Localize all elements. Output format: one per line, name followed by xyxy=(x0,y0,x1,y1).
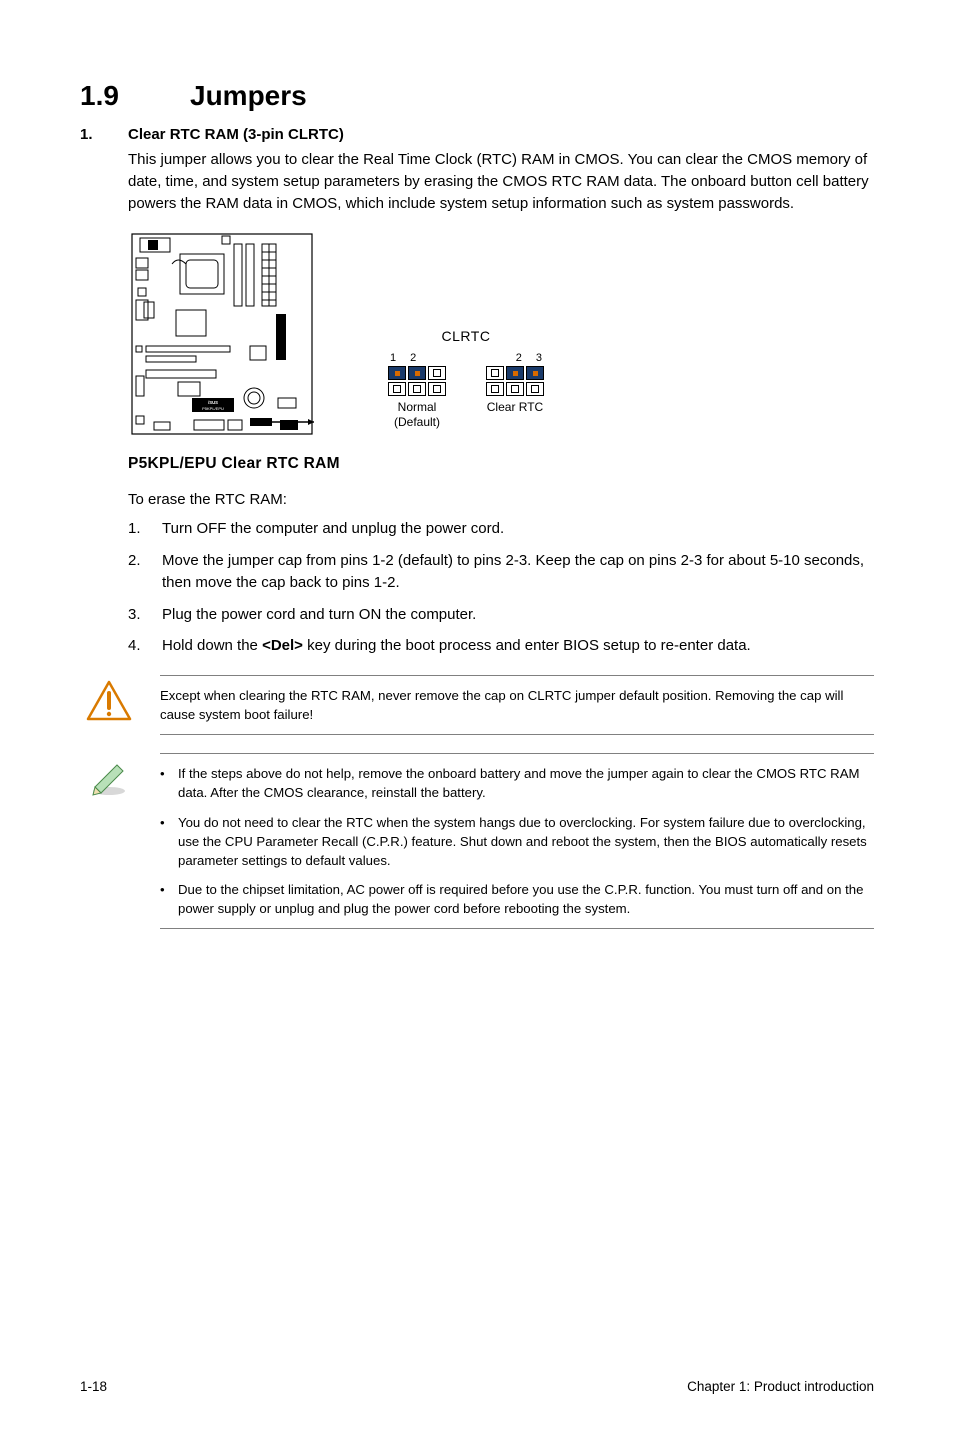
normal-sublabel: (Default) xyxy=(394,415,440,429)
chapter-label: Chapter 1: Product introduction xyxy=(687,1379,874,1394)
list-item: •Due to the chipset limitation, AC power… xyxy=(160,880,870,918)
pin-capped xyxy=(408,366,426,380)
pencil-icon xyxy=(80,753,138,929)
step-text: Plug the power cord and turn ON the comp… xyxy=(162,604,874,626)
section-heading: 1.9Jumpers xyxy=(80,80,874,112)
section-title-text: Jumpers xyxy=(190,80,307,111)
del-key: <Del> xyxy=(262,637,303,654)
pin-open xyxy=(428,382,446,396)
item-number: 1. xyxy=(80,126,128,143)
normal-label: Normal xyxy=(398,400,437,414)
clrtc-jumper-detail: CLRTC 12 xyxy=(388,328,544,445)
jumper-normal: 12 xyxy=(388,352,446,429)
item-body-text: This jumper allows you to clear the Real… xyxy=(128,149,874,214)
pin-label-2: 2 xyxy=(410,352,416,364)
motherboard-illustration: /SUS P5KPL/EPU xyxy=(128,230,318,445)
page-footer: 1-18 Chapter 1: Product introduction xyxy=(80,1379,874,1394)
step-text: Turn OFF the computer and unplug the pow… xyxy=(162,518,874,540)
step-number: 4. xyxy=(128,635,162,657)
info-text: If the steps above do not help, remove t… xyxy=(178,764,870,802)
page-number: 1-18 xyxy=(80,1379,107,1394)
list-item: 1. Turn OFF the computer and unplug the … xyxy=(128,518,874,540)
pin-open xyxy=(486,382,504,396)
erase-intro: To erase the RTC RAM: xyxy=(128,491,874,508)
svg-text:/SUS: /SUS xyxy=(208,400,218,405)
info-text: Due to the chipset limitation, AC power … xyxy=(178,880,870,918)
pin-capped xyxy=(526,366,544,380)
item-title: Clear RTC RAM (3-pin CLRTC) xyxy=(128,126,344,143)
list-item: 2. Move the jumper cap from pins 1-2 (de… xyxy=(128,550,874,594)
jumper-clear: 23 xyxy=(486,352,544,414)
step-text: Hold down the <Del> key during the boot … xyxy=(162,635,874,657)
pin-label-2b: 2 xyxy=(516,352,522,364)
pin-open xyxy=(506,382,524,396)
pin-capped xyxy=(388,366,406,380)
step-text: Move the jumper cap from pins 1-2 (defau… xyxy=(162,550,874,594)
pin-open xyxy=(388,382,406,396)
pin-open xyxy=(408,382,426,396)
list-item: 4. Hold down the <Del> key during the bo… xyxy=(128,635,874,657)
clear-label: Clear RTC xyxy=(486,400,544,414)
pin-label-3: 3 xyxy=(536,352,542,364)
warning-text: Except when clearing the RTC RAM, never … xyxy=(160,675,874,735)
jumper-diagram: /SUS P5KPL/EPU xyxy=(128,230,874,473)
section-number: 1.9 xyxy=(80,80,190,112)
info-text: You do not need to clear the RTC when th… xyxy=(178,813,870,870)
pin-open xyxy=(486,366,504,380)
step-number: 1. xyxy=(128,518,162,540)
info-note: •If the steps above do not help, remove … xyxy=(80,753,874,929)
caution-icon xyxy=(80,675,138,735)
info-bullet-list: •If the steps above do not help, remove … xyxy=(160,764,870,918)
pin-open xyxy=(526,382,544,396)
step-number: 3. xyxy=(128,604,162,626)
pin-label-1: 1 xyxy=(390,352,396,364)
clrtc-title: CLRTC xyxy=(388,328,544,344)
diagram-caption: P5KPL/EPU Clear RTC RAM xyxy=(128,455,874,473)
warning-note: Except when clearing the RTC RAM, never … xyxy=(80,675,874,735)
list-item: •If the steps above do not help, remove … xyxy=(160,764,870,802)
board-model-label: P5KPL/EPU xyxy=(202,406,224,411)
pin-capped xyxy=(506,366,524,380)
pin-open xyxy=(428,366,446,380)
step-number: 2. xyxy=(128,550,162,594)
steps-list: 1. Turn OFF the computer and unplug the … xyxy=(128,518,874,657)
list-item: •You do not need to clear the RTC when t… xyxy=(160,813,870,870)
list-item: 3. Plug the power cord and turn ON the c… xyxy=(128,604,874,626)
